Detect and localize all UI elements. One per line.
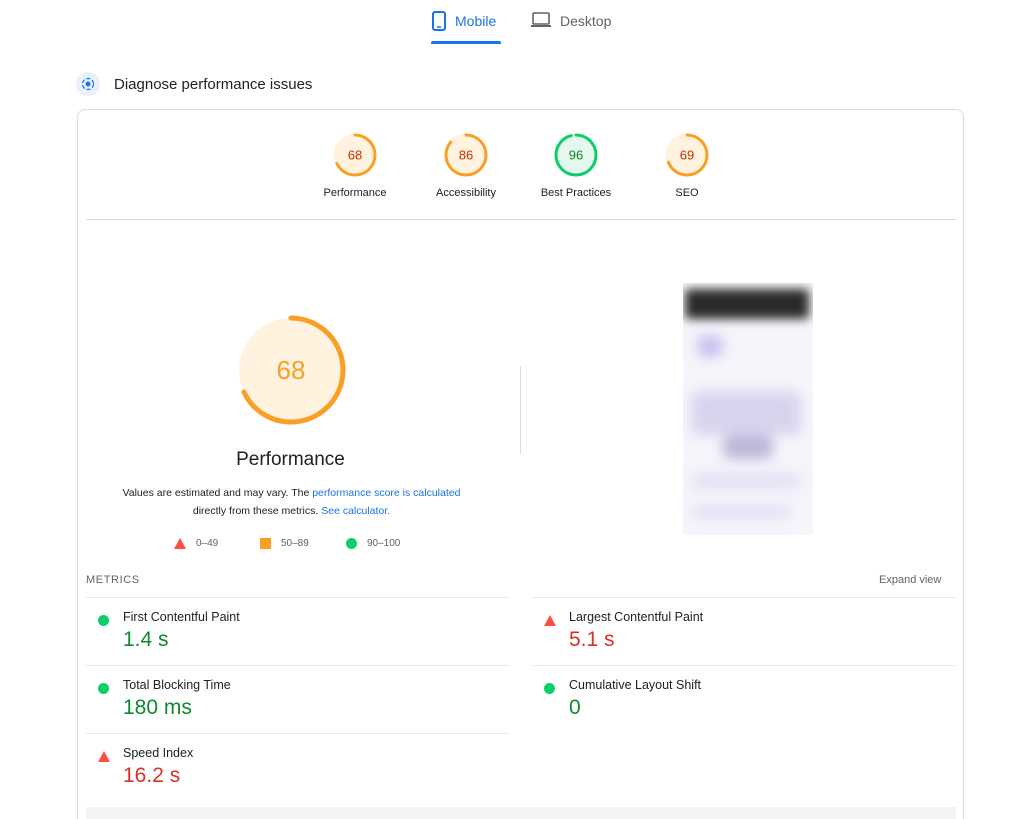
gauge-performance[interactable]: 68 Performance bbox=[300, 132, 410, 199]
thumbnail-header-blur bbox=[685, 289, 809, 319]
thumbnail-logo-blur bbox=[697, 335, 723, 357]
metric-value: 16.2 s bbox=[123, 764, 181, 787]
mobile-phone-icon bbox=[432, 11, 446, 31]
legend-good: 90–100 bbox=[346, 538, 400, 549]
gauge-performance-label: Performance bbox=[323, 187, 387, 199]
metrics-header: METRICS bbox=[86, 574, 140, 586]
legend-average-label: 50–89 bbox=[281, 538, 309, 549]
metrics-divider-left-1 bbox=[86, 597, 510, 598]
thumbnail-image-blur bbox=[723, 433, 773, 459]
performance-note: Values are estimated and may vary. The p… bbox=[104, 484, 479, 520]
metric-total-blocking-time[interactable]: Total Blocking Time 180 ms bbox=[86, 672, 486, 732]
metrics-divider-right-1 bbox=[532, 597, 956, 598]
gauge-best-practices-ring: 96 bbox=[554, 133, 598, 177]
metric-value: 180 ms bbox=[123, 696, 192, 719]
orange-square-icon bbox=[260, 538, 271, 549]
legend-poor-label: 0–49 bbox=[196, 538, 219, 549]
note-text-2: directly from these metrics. bbox=[192, 505, 322, 517]
bottom-strip bbox=[86, 807, 956, 819]
metric-name: Cumulative Layout Shift bbox=[569, 678, 702, 692]
metric-name: Total Blocking Time bbox=[123, 678, 231, 692]
tab-mobile-label: Mobile bbox=[455, 13, 497, 29]
report-card: 68 Performance 86 Accessibility 96 Best … bbox=[77, 109, 964, 819]
metric-name: First Contentful Paint bbox=[123, 610, 240, 624]
gauge-best-practices-score: 96 bbox=[569, 148, 583, 163]
tab-desktop-label: Desktop bbox=[560, 13, 612, 29]
legend-good-label: 90–100 bbox=[367, 538, 401, 549]
note-text-1: Values are estimated and may vary. The bbox=[122, 487, 313, 499]
gauge-performance-score: 68 bbox=[348, 148, 362, 163]
gauge-best-practices[interactable]: 96 Best Practices bbox=[521, 132, 631, 199]
tab-mobile[interactable]: Mobile bbox=[431, 10, 501, 44]
active-tab-indicator bbox=[431, 41, 501, 44]
metric-speed-index[interactable]: Speed Index 16.2 s bbox=[86, 740, 486, 800]
metric-name: Largest Contentful Paint bbox=[569, 610, 704, 624]
green-circle-icon bbox=[544, 683, 555, 694]
green-circle-icon bbox=[98, 683, 109, 694]
metrics-divider-left-3 bbox=[86, 733, 510, 734]
gauge-accessibility-score: 86 bbox=[459, 148, 473, 163]
gauge-accessibility[interactable]: 86 Accessibility bbox=[411, 132, 521, 199]
gauge-performance-ring: 68 bbox=[333, 133, 377, 177]
metric-largest-contentful-paint[interactable]: Largest Contentful Paint 5.1 s bbox=[532, 604, 932, 664]
performance-gauge-large: 68 bbox=[236, 315, 346, 425]
gauge-seo[interactable]: 69 SEO bbox=[632, 132, 742, 199]
gauge-accessibility-ring: 86 bbox=[444, 133, 488, 177]
expand-view-button[interactable]: Expand view bbox=[879, 574, 941, 586]
see-calculator-link[interactable]: See calculator. bbox=[321, 505, 390, 517]
diagnose-icon bbox=[76, 72, 100, 96]
metric-cumulative-layout-shift[interactable]: Cumulative Layout Shift 0 bbox=[532, 672, 932, 732]
laptop-icon bbox=[531, 12, 551, 27]
score-legend: 0–49 50–89 90–100 bbox=[174, 538, 434, 554]
thumbnail-footer-blur bbox=[691, 505, 791, 519]
gauge-seo-ring: 69 bbox=[665, 133, 709, 177]
gauge-best-practices-label: Best Practices bbox=[540, 187, 612, 199]
performance-score-link[interactable]: performance score is calculated bbox=[312, 487, 460, 499]
gauge-accessibility-label: Accessibility bbox=[436, 187, 496, 199]
thumbnail-hero-blur bbox=[691, 391, 801, 435]
metrics-divider-left-2 bbox=[86, 665, 510, 666]
tab-desktop[interactable]: Desktop bbox=[530, 10, 620, 44]
metric-first-contentful-paint[interactable]: First Contentful Paint 1.4 s bbox=[86, 604, 486, 664]
gauges-divider bbox=[86, 219, 956, 220]
section-title: Diagnose performance issues bbox=[114, 75, 313, 93]
gauge-seo-label: SEO bbox=[675, 187, 699, 199]
page-screenshot-thumbnail bbox=[683, 283, 813, 535]
metric-value: 5.1 s bbox=[569, 628, 615, 651]
performance-title: Performance bbox=[236, 449, 345, 470]
red-triangle-icon bbox=[174, 538, 186, 549]
green-circle-icon bbox=[346, 538, 357, 549]
vertical-divider bbox=[520, 366, 521, 454]
metric-value: 0 bbox=[569, 696, 581, 719]
gauge-seo-score: 69 bbox=[680, 148, 694, 163]
device-tabs: Mobile Desktop bbox=[0, 0, 1024, 46]
performance-score: 68 bbox=[277, 355, 306, 385]
red-triangle-icon bbox=[98, 751, 110, 762]
thumbnail-text-blur bbox=[691, 473, 801, 489]
red-triangle-icon bbox=[544, 615, 556, 626]
metric-name: Speed Index bbox=[123, 746, 194, 760]
metrics-divider-right-2 bbox=[532, 665, 956, 666]
metric-value: 1.4 s bbox=[123, 628, 169, 651]
diagnose-header: Diagnose performance issues bbox=[76, 70, 312, 98]
green-circle-icon bbox=[98, 615, 109, 626]
legend-average: 50–89 bbox=[260, 538, 309, 549]
legend-poor: 0–49 bbox=[174, 538, 218, 549]
